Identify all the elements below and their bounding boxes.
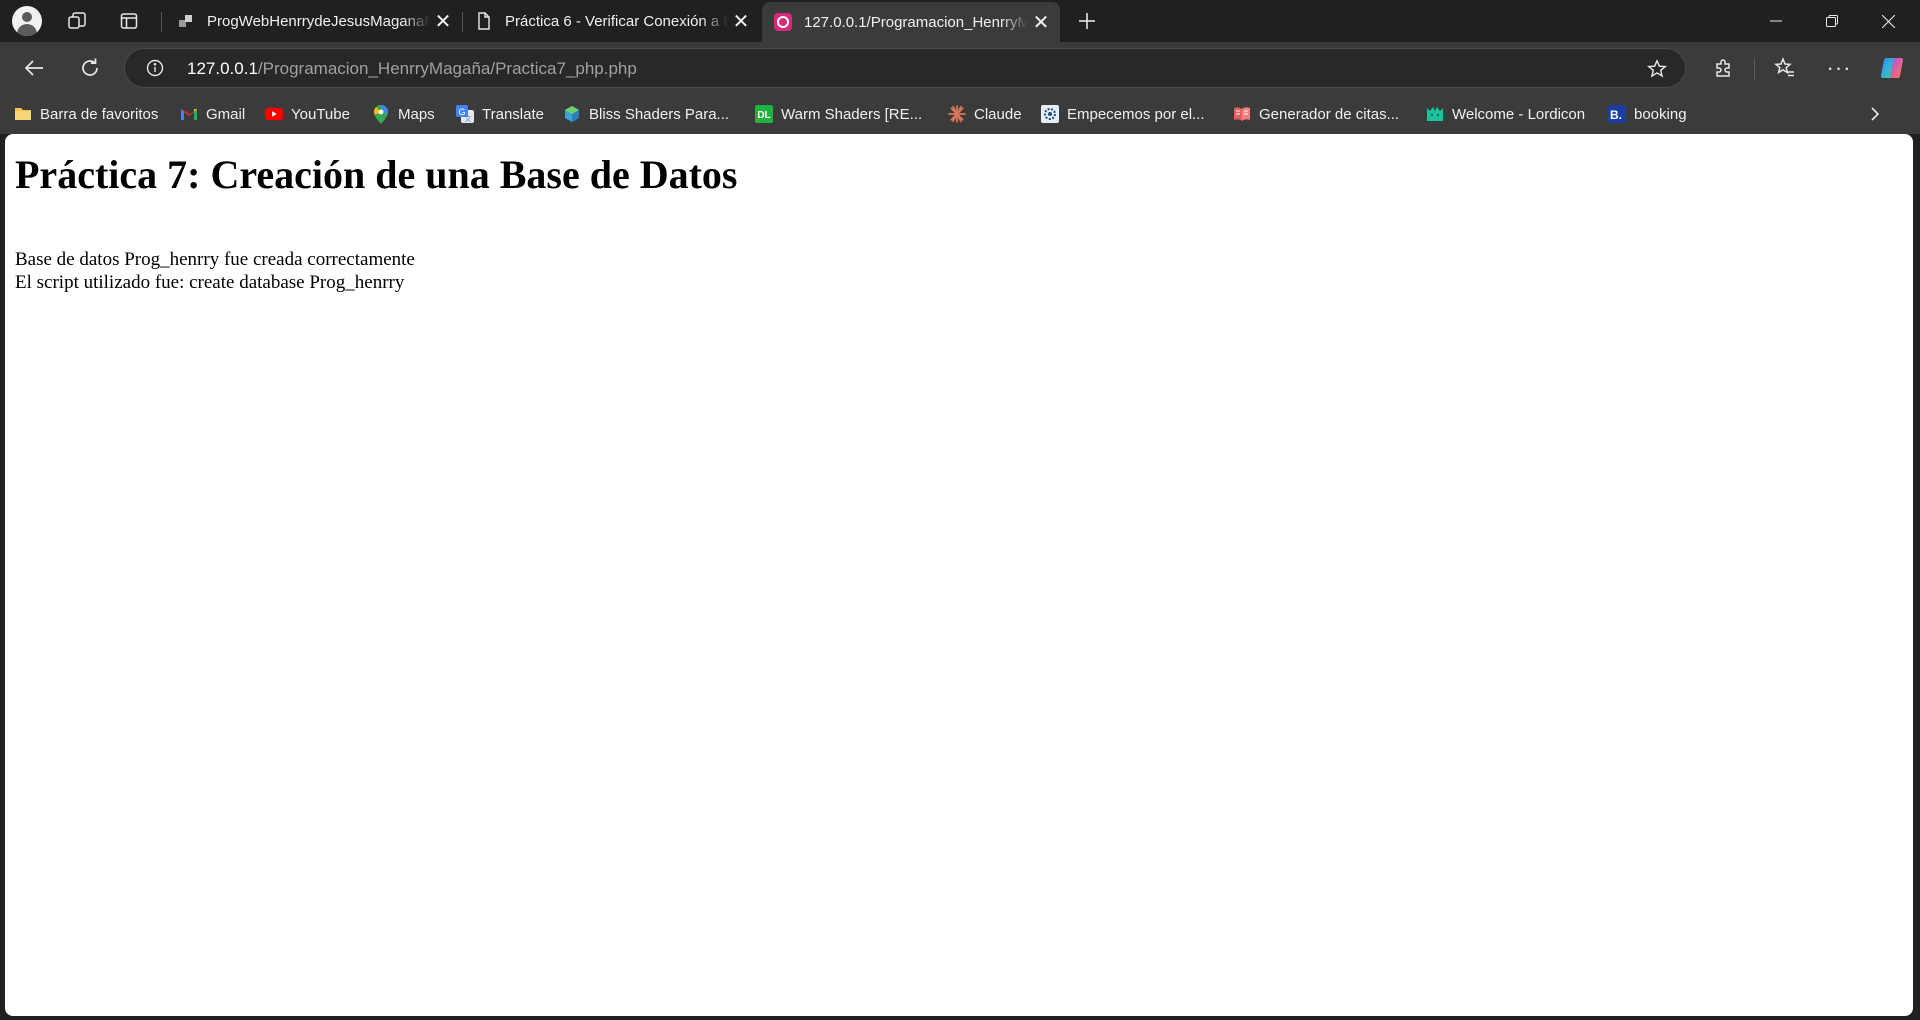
chevron-right-icon: [1871, 107, 1880, 121]
tab-title: Práctica 6 - Verificar Conexión a B: [505, 12, 728, 30]
php-icon: [774, 13, 792, 31]
script-message: El script utilizado fue: create database…: [15, 272, 405, 293]
close-window-button[interactable]: [1860, 0, 1916, 42]
gear-icon: [1041, 105, 1059, 123]
bookmark-label: Barra de favoritos: [40, 105, 159, 123]
page-content: Práctica 7: Creación de una Base de Dato…: [5, 134, 1913, 302]
globe-icon: [563, 105, 581, 123]
tab-strip: ProgWebHenrrydeJesusMaganaM ✕ Práctica 6…: [0, 0, 1920, 42]
favorites-button[interactable]: [1767, 50, 1803, 86]
bookmark-label: Empecemos por el...: [1067, 105, 1205, 123]
bookmark-label: Welcome - Lordicon: [1452, 105, 1586, 123]
folder-icon: [14, 105, 32, 123]
bookmark-label: Maps: [398, 105, 435, 123]
bookmark-booking[interactable]: B. booking: [1608, 101, 1687, 127]
bookmark-label: Generador de citas...: [1259, 105, 1400, 123]
star-icon[interactable]: [1643, 55, 1671, 83]
gmail-icon: [180, 105, 198, 123]
close-icon: [1881, 14, 1895, 28]
lordicon-icon: [1426, 105, 1444, 123]
copilot-icon: [1880, 57, 1904, 79]
bookmark-label: Bliss Shaders Para...: [589, 105, 730, 123]
bookmark-label: Translate: [482, 105, 544, 123]
back-button[interactable]: [16, 50, 52, 86]
svg-text:文: 文: [465, 114, 472, 123]
new-tab-button[interactable]: [1070, 5, 1104, 37]
profile-icon: [12, 6, 42, 36]
url-path: /Programacion_HenrryMagaña/Practica7_php…: [257, 59, 637, 78]
bookmark-generador-citas[interactable]: Generador de citas...: [1233, 101, 1399, 127]
extensions-button[interactable]: [1706, 50, 1742, 86]
minimize-button[interactable]: [1748, 0, 1804, 42]
restore-button[interactable]: [1804, 0, 1860, 42]
tab-actions-button[interactable]: [112, 5, 146, 37]
url-text[interactable]: 127.0.0.1/Programacion_HenrryMagaña/Prac…: [187, 59, 637, 79]
workspaces-button[interactable]: [60, 5, 94, 37]
bookmark-warm-shaders[interactable]: DL Warm Shaders [RE...: [755, 101, 922, 127]
translate-icon: G文: [456, 105, 474, 123]
bookmark-claude[interactable]: Claude: [948, 101, 1022, 127]
success-message: Base de datos Prog_henrry fue creada cor…: [15, 249, 415, 270]
copilot-button[interactable]: [1874, 50, 1910, 86]
tab-title: 127.0.0.1/Programacion_HenrryM: [804, 13, 1028, 31]
document-icon: [475, 12, 493, 30]
bookmark-gmail[interactable]: Gmail: [180, 101, 245, 127]
close-icon[interactable]: ✕: [1028, 9, 1054, 35]
dl-icon: DL: [755, 105, 773, 123]
bookmark-lordicon[interactable]: Welcome - Lordicon: [1426, 101, 1585, 127]
page-viewport: Práctica 7: Creación de una Base de Dato…: [5, 134, 1913, 1016]
booking-icon: B.: [1608, 105, 1626, 123]
tab-github[interactable]: ProgWebHenrrydeJesusMaganaM ✕: [165, 2, 462, 40]
address-bar[interactable]: 127.0.0.1/Programacion_HenrryMagaña/Prac…: [124, 48, 1686, 88]
claude-icon: [948, 105, 966, 123]
puzzle-icon: [1716, 59, 1730, 77]
minimize-icon: [1770, 20, 1782, 22]
restore-icon: [1826, 15, 1838, 27]
bookmark-empecemos[interactable]: Empecemos por el...: [1041, 101, 1205, 127]
vertical-tabs-icon: [120, 13, 138, 29]
tab-title: ProgWebHenrrydeJesusMaganaM: [207, 12, 430, 30]
tab-active[interactable]: 127.0.0.1/Programacion_HenrryM ✕: [762, 2, 1060, 42]
bookmark-folder-favoritos[interactable]: Barra de favoritos: [14, 101, 158, 127]
profile-button[interactable]: [10, 5, 44, 37]
bookmarks-overflow-button[interactable]: [1862, 101, 1888, 127]
bookmark-label: Warm Shaders [RE...: [781, 105, 923, 123]
bookmark-youtube[interactable]: YouTube: [265, 101, 350, 127]
back-arrow-icon: [24, 60, 43, 76]
bookmark-translate[interactable]: G文 Translate: [456, 101, 544, 127]
book-icon: [1233, 105, 1251, 123]
maps-icon: [372, 104, 390, 124]
bookmark-label: booking: [1634, 105, 1687, 123]
tab-separator: [161, 12, 162, 32]
bookmark-label: YouTube: [291, 105, 350, 123]
github-icon: [177, 12, 195, 30]
tab-practica6[interactable]: Práctica 6 - Verificar Conexión a B ✕: [463, 2, 760, 40]
url-host: 127.0.0.1: [187, 59, 258, 78]
workspaces-icon: [68, 12, 86, 29]
page-title: Práctica 7: Creación de una Base de Dato…: [15, 152, 738, 197]
more-button[interactable]: ···: [1821, 50, 1857, 86]
info-icon[interactable]: [145, 58, 165, 78]
svg-text:B.: B.: [1610, 108, 1622, 122]
bookmark-label: Claude: [974, 105, 1022, 123]
close-icon[interactable]: ✕: [728, 8, 754, 34]
bookmark-bliss-shaders[interactable]: Bliss Shaders Para...: [563, 101, 729, 127]
bookmarks-bar: Barra de favoritos Gmail YouTube Maps G文…: [0, 94, 1920, 134]
youtube-icon: [265, 105, 283, 123]
more-icon: ···: [1826, 55, 1852, 80]
favorites-icon: [1774, 57, 1794, 77]
bookmark-maps[interactable]: Maps: [372, 101, 435, 127]
refresh-icon: [82, 58, 98, 76]
result-text: Base de datos Prog_henrry fue creada cor…: [15, 248, 1903, 294]
close-icon[interactable]: ✕: [430, 8, 456, 34]
svg-text:DL: DL: [757, 110, 770, 121]
refresh-button[interactable]: [72, 50, 108, 86]
plus-icon: [1079, 13, 1095, 29]
bookmark-label: Gmail: [206, 105, 246, 123]
toolbar-separator: [1754, 58, 1755, 80]
toolbar: 127.0.0.1/Programacion_HenrryMagaña/Prac…: [0, 42, 1920, 94]
